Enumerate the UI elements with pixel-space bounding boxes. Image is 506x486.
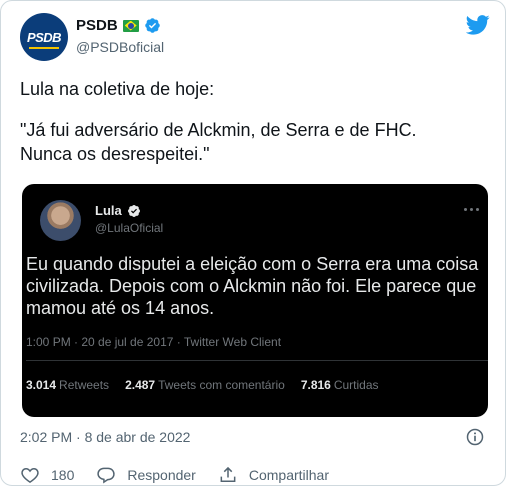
reply-icon xyxy=(97,467,116,484)
brazil-flag-icon xyxy=(122,19,139,32)
share-icon xyxy=(220,466,236,482)
tweet-header: PSDB PSDB @PSDBoficial xyxy=(20,13,490,61)
quoted-avatar[interactable] xyxy=(40,200,81,241)
avatar-logo-text: PSDB xyxy=(26,29,62,45)
stat-quote-tweets[interactable]: 2.487 Tweets com comentário xyxy=(125,378,285,392)
reply-label: Responder xyxy=(127,467,196,483)
author-handle[interactable]: @PSDBoficial xyxy=(76,39,164,55)
author-display-name[interactable]: PSDB xyxy=(76,17,118,34)
stat-retweets[interactable]: 3.014 Retweets xyxy=(26,378,109,392)
stat-quote-label: Tweets com comentário xyxy=(158,378,285,392)
quoted-meta: 1:00 PM · 20 de jul de 2017 · Twitter We… xyxy=(26,335,282,349)
quoted-tweet[interactable]: Lula @LulaOficial Eu quando disputei a e… xyxy=(22,184,488,417)
stat-likes-label: Curtidas xyxy=(333,378,379,392)
quoted-divider xyxy=(26,360,488,361)
verified-badge-icon xyxy=(144,18,160,33)
heart-icon xyxy=(21,467,39,483)
stat-retweets-count: 3.014 xyxy=(26,378,57,392)
tweet-body: Lula na coletiva de hoje: "Já fui advers… xyxy=(20,77,490,183)
avatar[interactable]: PSDB xyxy=(20,13,68,61)
quoted-stats: 3.014 Retweets 2.487 Tweets com comentário… xyxy=(26,378,379,392)
avatar-logo-stripe xyxy=(29,47,59,49)
stat-likes-count: 7.816 xyxy=(300,378,331,392)
quoted-handle[interactable]: @LulaOficial xyxy=(95,221,163,235)
reply-button[interactable]: Responder xyxy=(96,465,196,485)
more-options-icon[interactable] xyxy=(464,204,482,214)
tweet-text-line1: Lula na coletiva de hoje: xyxy=(20,79,215,99)
tweet-timestamp[interactable]: 2:02 PM · 8 de abr de 2022 xyxy=(20,429,190,445)
twitter-bird-icon[interactable] xyxy=(466,15,490,35)
quoted-name-row: Lula xyxy=(95,203,141,218)
tweet-card: PSDB PSDB @PSDBoficial Lula na coletiva … xyxy=(0,0,506,486)
stat-quote-count: 2.487 xyxy=(125,378,156,392)
like-button[interactable]: 180 xyxy=(20,465,74,485)
quoted-display-name[interactable]: Lula xyxy=(95,203,122,218)
share-button[interactable]: Compartilhar xyxy=(218,465,329,485)
info-icon[interactable] xyxy=(465,427,485,447)
tweet-text-quote: "Já fui adversário de Alckmin, de Serra … xyxy=(20,120,417,164)
stat-likes[interactable]: 7.816 Curtidas xyxy=(301,378,379,392)
like-count: 180 xyxy=(51,467,75,483)
name-row: PSDB xyxy=(76,17,161,34)
quoted-text: Eu quando disputei a eleição com o Serra… xyxy=(26,254,479,318)
share-label: Compartilhar xyxy=(248,467,329,483)
quoted-verified-icon xyxy=(127,204,140,217)
action-bar: 180 Responder Compartilhar xyxy=(20,465,351,485)
stat-retweets-label: Retweets xyxy=(59,378,110,392)
